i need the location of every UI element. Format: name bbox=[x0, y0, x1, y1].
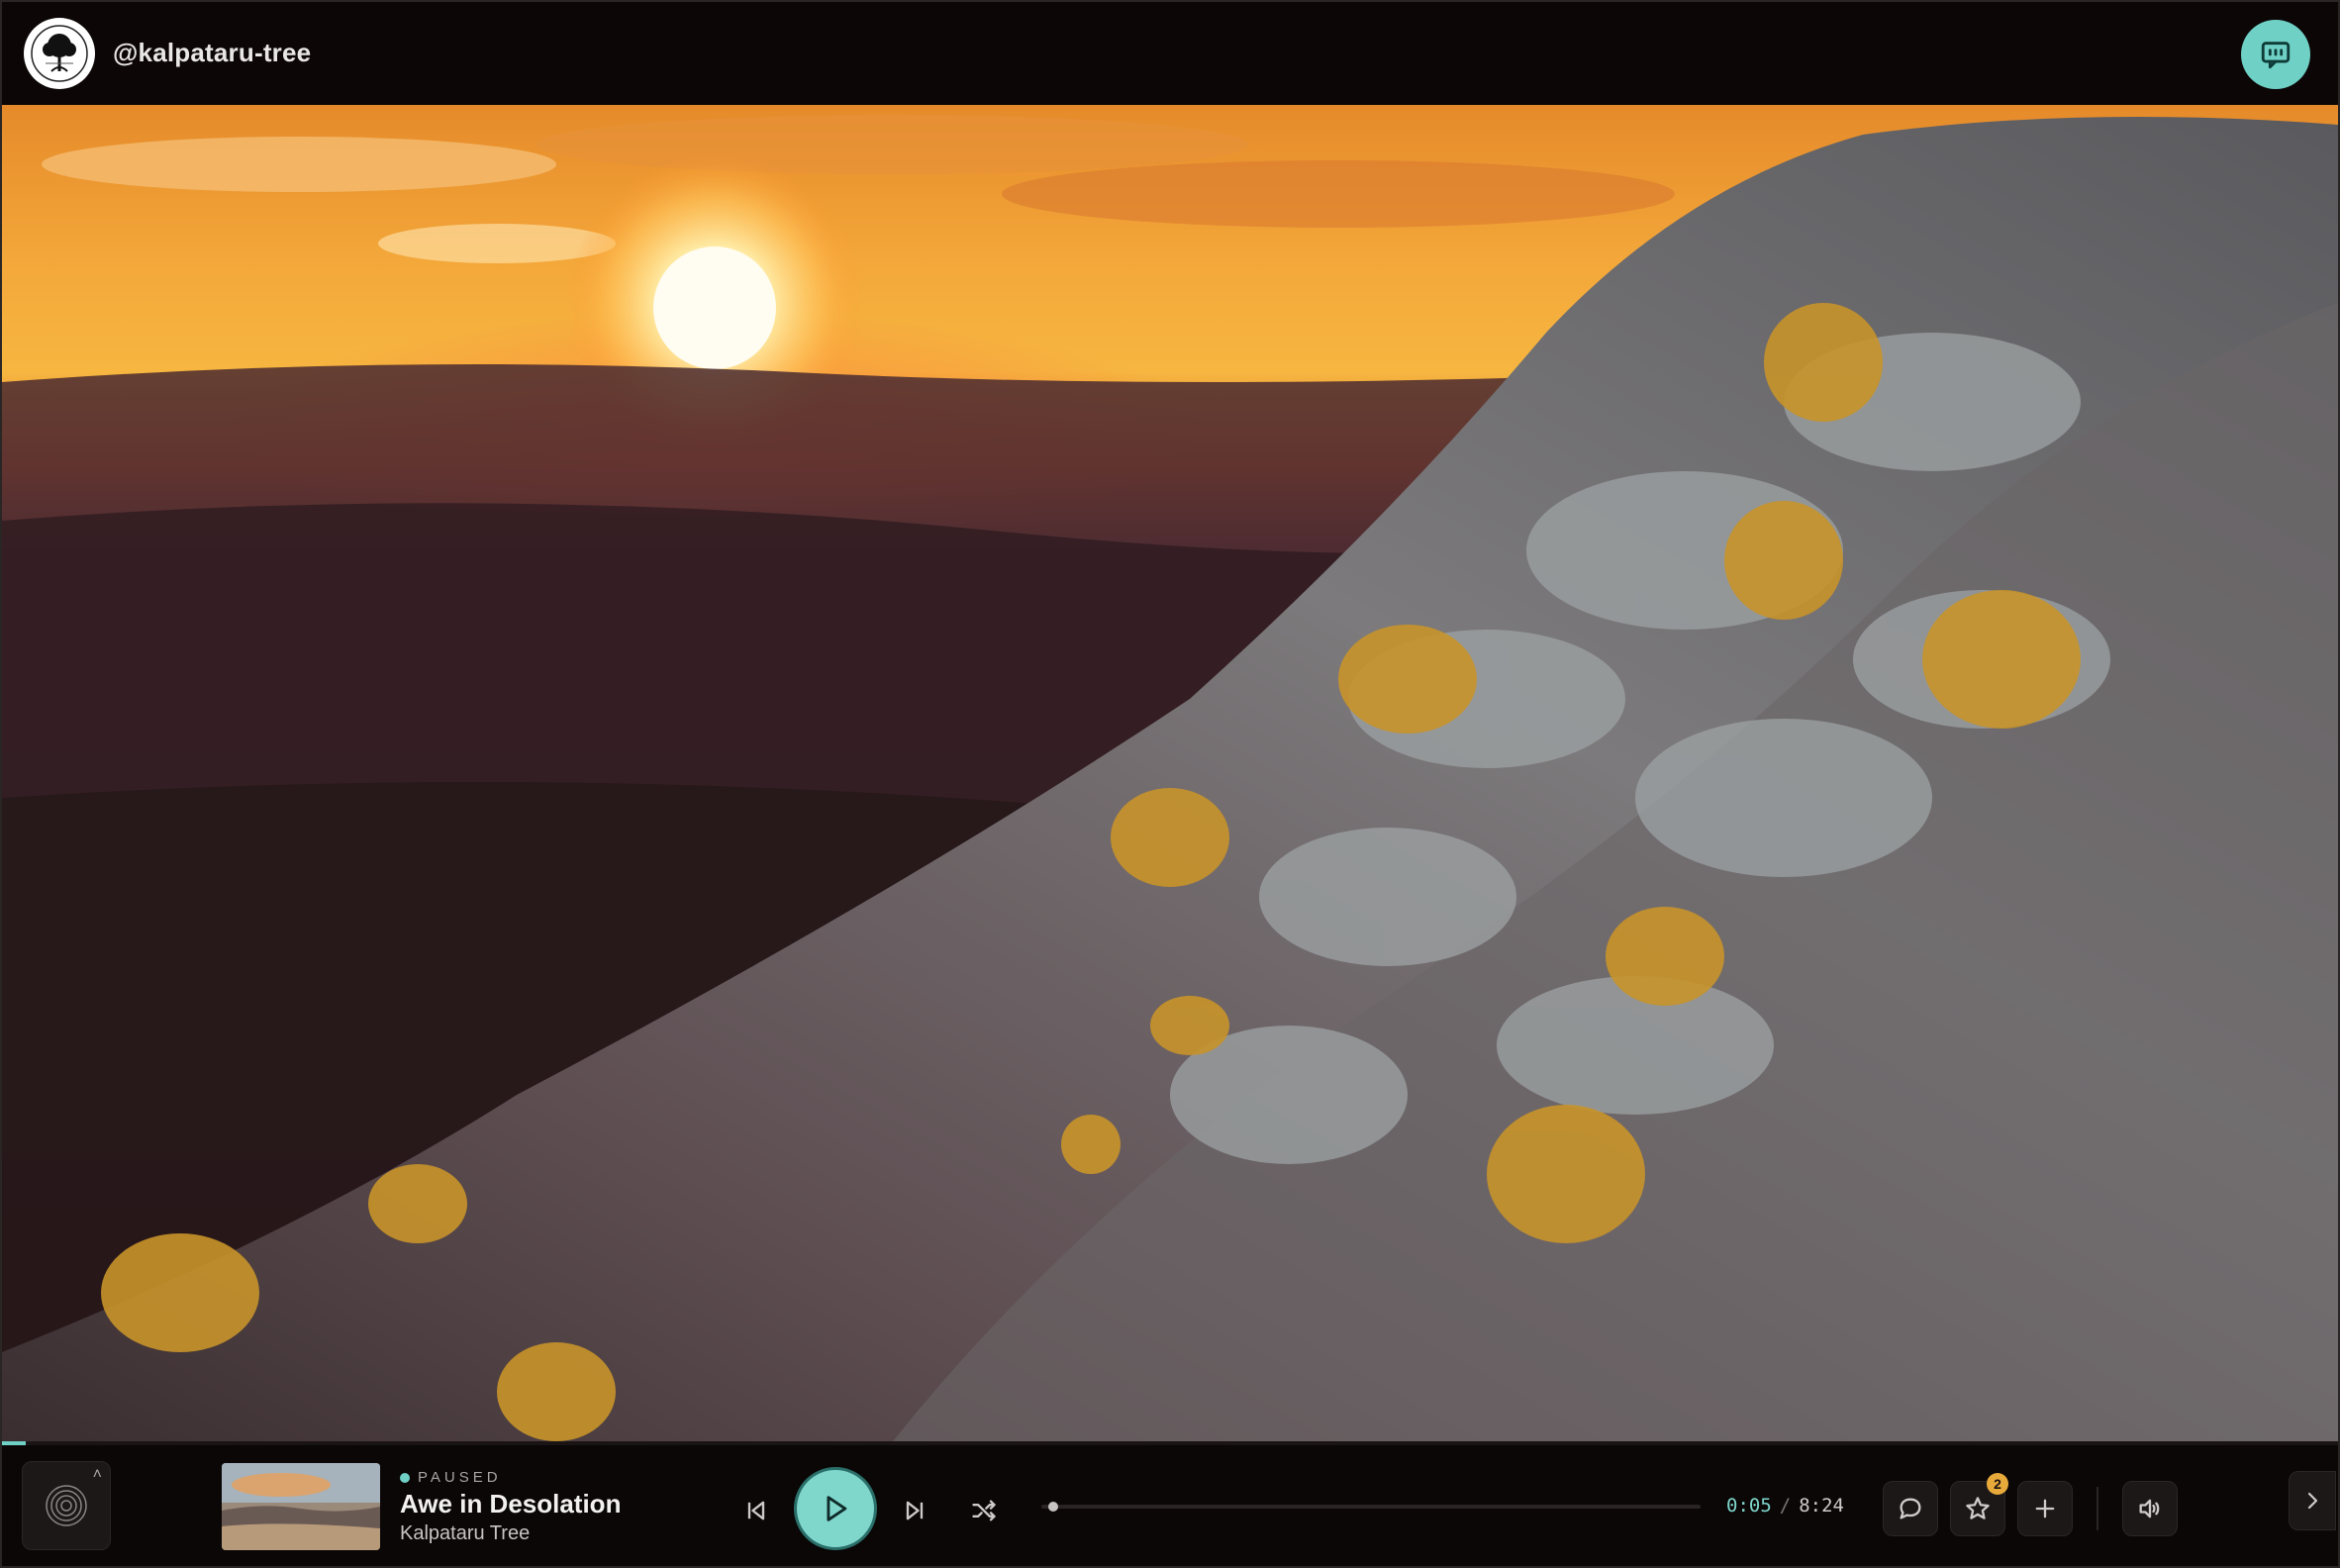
star-icon bbox=[1966, 1497, 1990, 1519]
volume-icon bbox=[2139, 1499, 2160, 1519]
seek-handle[interactable] bbox=[1047, 1502, 1058, 1512]
sunset-lichen-scene bbox=[2, 105, 2338, 1441]
landscape-thumbnail-icon bbox=[222, 1463, 380, 1550]
time-separator: / bbox=[1779, 1495, 1792, 1517]
avatar[interactable] bbox=[24, 18, 95, 89]
visualizer-icon bbox=[46, 1485, 87, 1526]
tree-logo-icon bbox=[31, 25, 88, 82]
time-display: 0:05 / 8:24 bbox=[1726, 1495, 1844, 1517]
playback-status: PAUSED bbox=[400, 1469, 502, 1486]
play-button[interactable] bbox=[794, 1467, 877, 1550]
skip-previous-icon bbox=[747, 1501, 765, 1520]
shuffle-icon bbox=[972, 1500, 996, 1521]
volume-button[interactable] bbox=[2122, 1481, 2178, 1536]
skip-next-icon bbox=[906, 1501, 924, 1520]
shuffle-button[interactable] bbox=[964, 1491, 1004, 1530]
expand-panel-button[interactable] bbox=[2289, 1471, 2336, 1530]
favorites-count-badge: 2 bbox=[1987, 1473, 2008, 1495]
seek-slider[interactable] bbox=[1041, 1502, 1701, 1512]
comment-button[interactable] bbox=[1883, 1481, 1938, 1536]
current-time: 0:05 bbox=[1726, 1495, 1772, 1517]
status-label: PAUSED bbox=[418, 1469, 502, 1486]
comment-icon bbox=[1900, 1498, 1921, 1519]
channel-handle[interactable]: @kalpataru-tree bbox=[113, 38, 311, 68]
toolbar-divider bbox=[2096, 1487, 2098, 1530]
track-thumbnail[interactable] bbox=[222, 1463, 380, 1550]
track-title[interactable]: Awe in Desolation bbox=[400, 1489, 621, 1519]
next-button[interactable] bbox=[895, 1491, 934, 1530]
plus-icon bbox=[2035, 1499, 2055, 1519]
previous-button[interactable] bbox=[736, 1491, 776, 1530]
visualizer-button[interactable]: ˄ bbox=[22, 1461, 111, 1550]
message-icon bbox=[2261, 42, 2291, 69]
chevron-right-icon bbox=[2307, 1492, 2318, 1510]
duration: 8:24 bbox=[1799, 1495, 1844, 1517]
play-icon bbox=[827, 1496, 847, 1521]
chat-button[interactable] bbox=[2241, 20, 2310, 89]
status-dot bbox=[400, 1472, 410, 1483]
app-window: @kalpataru-tree ˄ PAUSED Awe in Desolati… bbox=[0, 0, 2340, 1568]
chevron-up-icon: ˄ bbox=[92, 1466, 102, 1483]
player-bar: ˄ PAUSED Awe in Desolation Kalpataru Tre… bbox=[2, 1445, 2338, 1566]
top-bar: @kalpataru-tree bbox=[2, 2, 2338, 105]
video-frame[interactable] bbox=[2, 105, 2338, 1441]
add-to-playlist-button[interactable] bbox=[2017, 1481, 2073, 1536]
track-artist[interactable]: Kalpataru Tree bbox=[400, 1522, 530, 1545]
